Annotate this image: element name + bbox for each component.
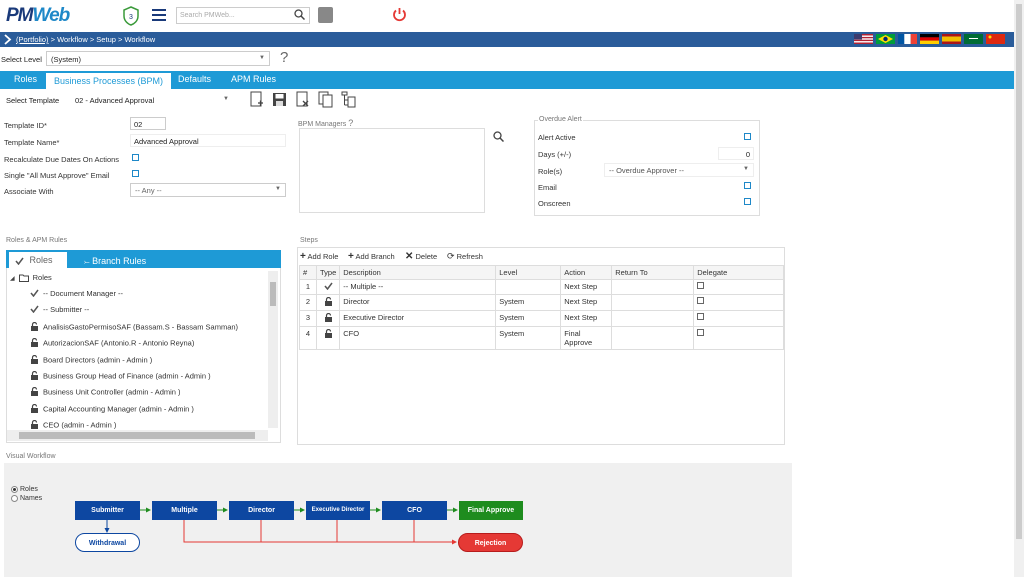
node-withdrawal[interactable]: Withdrawal — [75, 533, 140, 552]
node-rejection[interactable]: Rejection — [458, 533, 523, 552]
node-executive-director[interactable]: Executive Director — [306, 501, 370, 520]
page-scrollbar[interactable] — [1014, 0, 1024, 577]
node-multiple[interactable]: Multiple — [152, 501, 217, 520]
workflow-connectors — [104, 507, 458, 545]
node-director[interactable]: Director — [229, 501, 294, 520]
scroll-thumb[interactable] — [1016, 4, 1022, 539]
node-cfo[interactable]: CFO — [382, 501, 447, 520]
node-submitter[interactable]: Submitter — [75, 501, 140, 520]
node-final-approve[interactable]: Final Approve — [459, 501, 523, 520]
